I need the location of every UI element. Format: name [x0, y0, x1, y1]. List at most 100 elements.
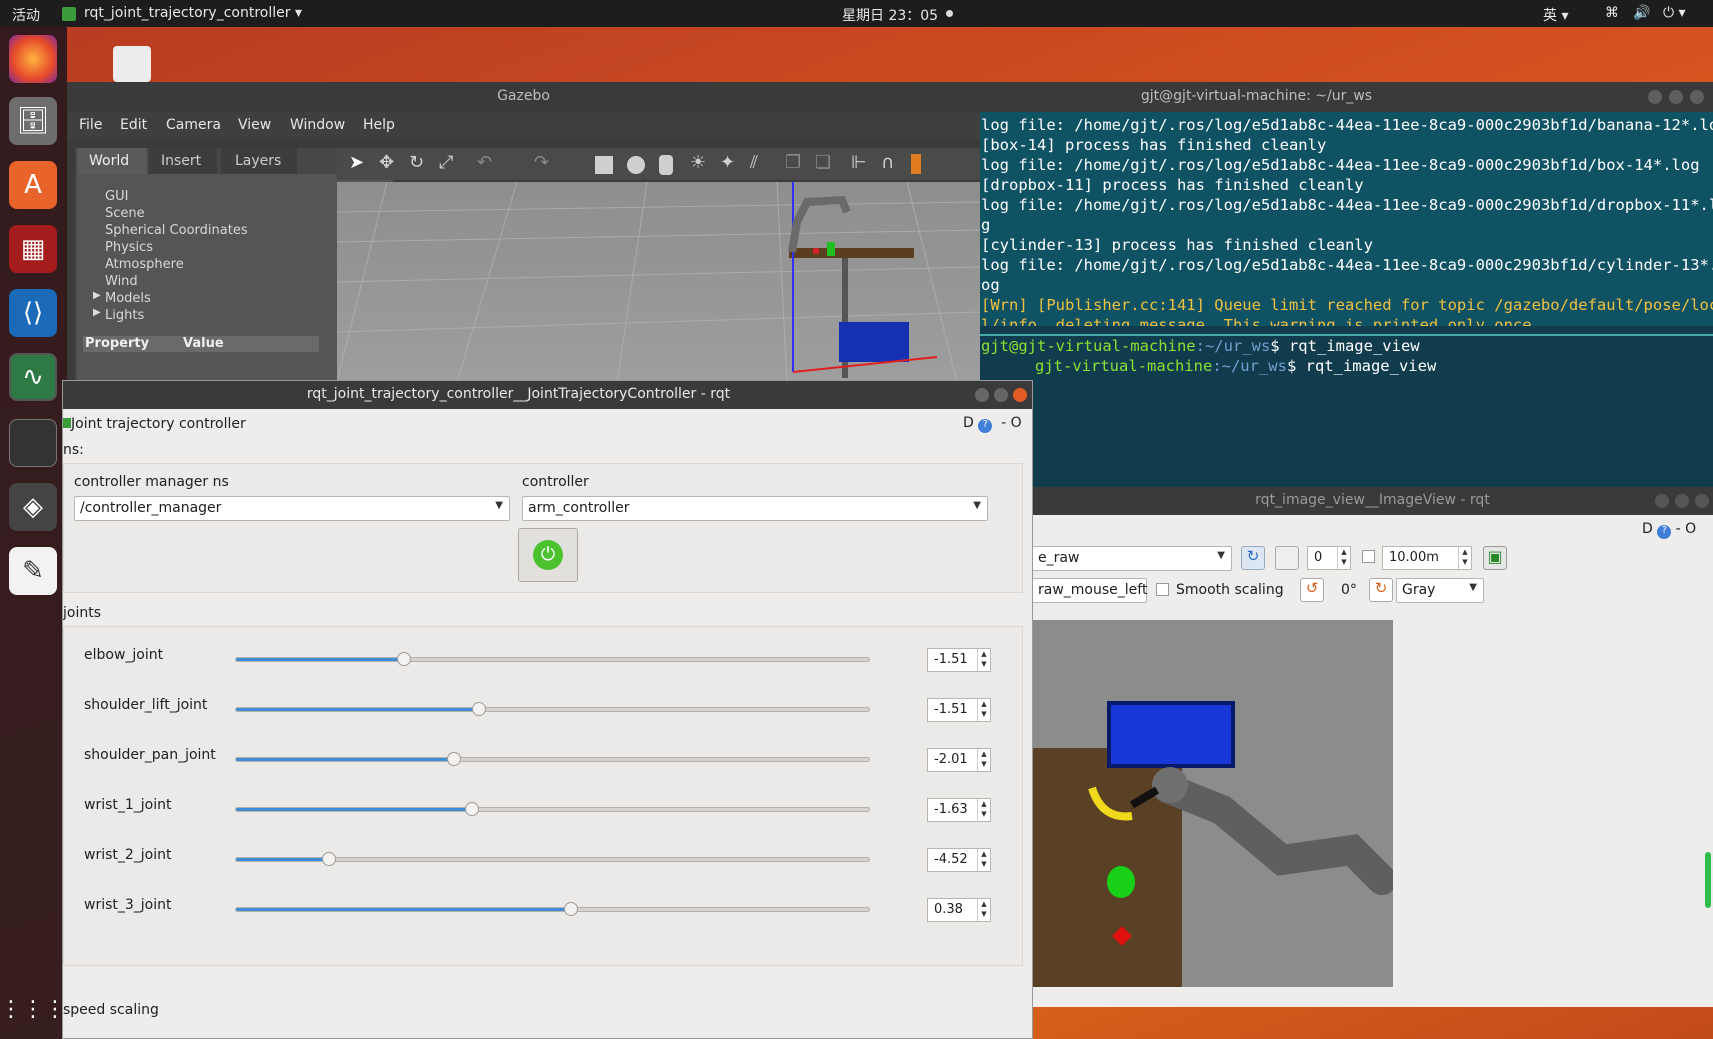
- power-icon[interactable]: ⏻ ▾: [1663, 5, 1686, 21]
- cylinder-shape-icon[interactable]: [659, 155, 673, 175]
- image-view-titlebar[interactable]: rqt_image_view__ImageView - rqt: [1032, 487, 1713, 515]
- color-scheme-combo[interactable]: Gray ▼: [1396, 578, 1484, 603]
- joint-value-spinbox[interactable]: -1.51 ▲ ▼: [927, 648, 991, 672]
- minimize-button[interactable]: [975, 388, 989, 402]
- timeout-spinbox[interactable]: 10.00m ▲ ▼: [1382, 546, 1472, 570]
- trash-icon[interactable]: [113, 46, 151, 82]
- refresh-icon[interactable]: ↻: [1241, 546, 1265, 570]
- minimize-button[interactable]: [1648, 90, 1662, 104]
- select-mode-icon[interactable]: ➤: [349, 152, 364, 173]
- joint-value-spinbox[interactable]: -2.01 ▲ ▼: [927, 748, 991, 772]
- activities-button[interactable]: 活动: [12, 5, 40, 25]
- undo-icon[interactable]: ↶: [477, 152, 492, 173]
- text-editor-icon[interactable]: ✎: [9, 547, 57, 595]
- controller-manager-combo[interactable]: /controller_manager ▼: [74, 496, 510, 521]
- tree-item-gui[interactable]: GUI: [105, 188, 248, 205]
- joint-slider-handle[interactable]: [465, 802, 479, 816]
- terminal-titlebar[interactable]: gjt@gjt-virtual-machine: ~/ur_ws: [980, 82, 1713, 112]
- menu-window[interactable]: Window: [290, 117, 345, 133]
- gazebo-titlebar[interactable]: Gazebo: [67, 82, 980, 112]
- record-icon[interactable]: [911, 154, 921, 174]
- align-icon[interactable]: ⊩: [851, 152, 867, 173]
- menu-edit[interactable]: Edit: [120, 117, 147, 133]
- maximize-button[interactable]: [1675, 494, 1689, 508]
- vscode-icon[interactable]: ⟨⟩: [9, 289, 57, 337]
- expand-arrow-icon[interactable]: ▶: [93, 307, 101, 318]
- input-method[interactable]: 英 ▾: [1543, 5, 1568, 25]
- maximize-button[interactable]: [994, 388, 1008, 402]
- sphere-shape-icon[interactable]: [627, 156, 645, 174]
- joint-slider[interactable]: [235, 702, 870, 716]
- firefox-icon[interactable]: [9, 35, 57, 83]
- box-shape-icon[interactable]: [595, 156, 613, 174]
- controller-combo[interactable]: arm_controller ▼: [522, 496, 988, 521]
- maximize-button[interactable]: [1669, 90, 1683, 104]
- d-button[interactable]: D ? - O: [1642, 521, 1696, 539]
- paste-icon[interactable]: ❏: [815, 152, 831, 173]
- scrollbar-handle[interactable]: [1705, 852, 1711, 908]
- jtc-titlebar[interactable]: rqt_joint_trajectory_controller__JointTr…: [63, 381, 1032, 409]
- power-button[interactable]: ⏻: [518, 528, 578, 582]
- joint-value-spinbox[interactable]: -1.51 ▲ ▼: [927, 698, 991, 722]
- joint-value-spinbox[interactable]: -1.63 ▲ ▼: [927, 798, 991, 822]
- tab-layers[interactable]: Layers: [221, 148, 297, 174]
- network-icon[interactable]: ⌘: [1605, 5, 1619, 21]
- redo-icon[interactable]: ↷: [534, 152, 549, 173]
- topic-combo[interactable]: e_raw ▼: [1032, 546, 1232, 571]
- gazebo-icon[interactable]: ◈: [9, 483, 57, 531]
- save-icon[interactable]: [1275, 546, 1299, 570]
- dynamic-range-checkbox[interactable]: [1362, 550, 1375, 563]
- copy-icon[interactable]: ❐: [785, 152, 801, 173]
- show-apps-icon[interactable]: ⋮⋮⋮: [0, 985, 66, 1033]
- tree-item-atmosphere[interactable]: Atmosphere: [105, 256, 248, 273]
- app-menu[interactable]: rqt_joint_trajectory_controller ▾: [84, 5, 302, 21]
- tree-item-models[interactable]: Models: [105, 290, 248, 307]
- expand-arrow-icon[interactable]: ▶: [93, 290, 101, 301]
- terminal-lower-pane[interactable]: gjt@gjt-virtual-machine:~/ur_ws$ rqt_ima…: [980, 326, 1713, 487]
- snap-icon[interactable]: ∩: [881, 152, 894, 173]
- joint-slider[interactable]: [235, 802, 870, 816]
- terminal-icon[interactable]: [9, 419, 57, 467]
- tab-world[interactable]: World: [77, 148, 147, 174]
- joint-slider[interactable]: [235, 652, 870, 666]
- scale-mode-icon[interactable]: ⤢: [439, 152, 453, 173]
- joint-slider-handle[interactable]: [322, 852, 336, 866]
- gazebo-viewport[interactable]: [337, 182, 980, 382]
- joint-slider[interactable]: [235, 752, 870, 766]
- volume-icon[interactable]: 🔊: [1633, 5, 1650, 21]
- files-icon[interactable]: 🗄: [9, 97, 57, 145]
- spot-light-icon[interactable]: ✦: [720, 152, 735, 173]
- joint-slider-handle[interactable]: [397, 652, 411, 666]
- tree-item-lights[interactable]: Lights: [105, 307, 248, 324]
- image-save-icon[interactable]: ▣: [1483, 546, 1507, 570]
- joint-slider-handle[interactable]: [564, 902, 578, 916]
- rotate-mode-icon[interactable]: ↻: [409, 152, 424, 173]
- tree-item-spherical[interactable]: Spherical Coordinates: [105, 222, 248, 239]
- close-button[interactable]: [1690, 90, 1704, 104]
- joint-slider[interactable]: [235, 852, 870, 866]
- translate-mode-icon[interactable]: ✥: [379, 152, 394, 173]
- tree-item-scene[interactable]: Scene: [105, 205, 248, 222]
- joint-value-spinbox[interactable]: -4.52 ▲ ▼: [927, 848, 991, 872]
- rotate-right-icon[interactable]: ↻: [1369, 578, 1393, 602]
- tree-item-wind[interactable]: Wind: [105, 273, 248, 290]
- joint-value-spinbox[interactable]: 0.38 ▲ ▼: [927, 898, 991, 922]
- count-spinbox[interactable]: 0 ▲ ▼: [1307, 546, 1351, 570]
- rqt-icon[interactable]: ▦: [9, 225, 57, 273]
- rotate-left-icon[interactable]: ↺: [1300, 578, 1324, 602]
- directional-light-icon[interactable]: ⫽: [750, 152, 758, 173]
- tab-insert[interactable]: Insert: [149, 148, 217, 174]
- minimize-button[interactable]: [1655, 494, 1669, 508]
- joint-slider[interactable]: [235, 902, 870, 916]
- tree-item-physics[interactable]: Physics: [105, 239, 248, 256]
- d-button[interactable]: D ? - O: [963, 415, 1022, 433]
- software-center-icon[interactable]: A: [9, 161, 57, 209]
- close-button[interactable]: [1013, 388, 1027, 402]
- point-light-icon[interactable]: ☀: [690, 152, 706, 173]
- menu-file[interactable]: File: [79, 117, 102, 133]
- clock[interactable]: 星期日 23：05: [842, 5, 938, 25]
- close-button[interactable]: [1695, 494, 1709, 508]
- menu-help[interactable]: Help: [363, 117, 395, 133]
- system-monitor-icon[interactable]: ∿: [9, 353, 57, 401]
- camera-image[interactable]: [1032, 620, 1393, 987]
